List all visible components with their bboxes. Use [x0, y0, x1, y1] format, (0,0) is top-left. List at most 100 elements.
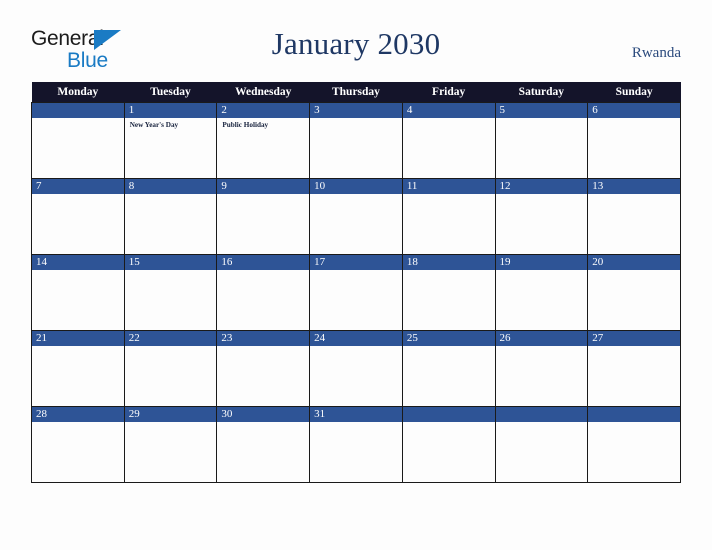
calendar-day-cell[interactable]: 28: [31, 406, 125, 483]
day-cell-content: 6: [588, 103, 680, 178]
day-events: Public Holiday: [217, 118, 309, 131]
calendar-day-cell[interactable]: [401, 406, 496, 483]
calendar-day-cell[interactable]: 2 Public Holiday: [216, 102, 311, 179]
calendar-day-cell[interactable]: [587, 406, 681, 483]
day-events: [403, 422, 495, 425]
calendar-page: General Blue January 2030 Rwanda Monday T…: [0, 0, 712, 550]
day-number: 21: [32, 331, 124, 346]
day-cell-content: 18: [402, 255, 495, 330]
day-events: [125, 346, 217, 349]
day-cell-content: 2 Public Holiday: [217, 103, 310, 178]
day-events: [496, 422, 588, 425]
day-cell-content: 10: [310, 179, 402, 254]
day-number: 8: [124, 179, 217, 194]
day-number: 30: [217, 407, 310, 422]
day-number: 3: [310, 103, 402, 118]
day-events: [588, 118, 680, 121]
day-events: [588, 194, 680, 197]
calendar-day-cell[interactable]: 15: [123, 254, 218, 331]
day-number: [32, 103, 124, 118]
day-cell-content: [588, 407, 680, 482]
day-cell-content: 19: [495, 255, 588, 330]
day-events: [217, 270, 309, 273]
calendar-day-cell[interactable]: 8: [123, 178, 218, 255]
day-cell-content: 4: [402, 103, 495, 178]
day-number: 12: [495, 179, 588, 194]
calendar-day-cell[interactable]: 4: [401, 102, 496, 179]
calendar-day-cell[interactable]: 3: [309, 102, 403, 179]
calendar-day-cell[interactable]: 18: [401, 254, 496, 331]
calendar-day-cell[interactable]: 7: [31, 178, 125, 255]
weekday-header-saturday: Saturday: [495, 82, 588, 103]
day-number: [588, 407, 680, 422]
day-number: 19: [495, 255, 588, 270]
calendar-day-cell[interactable]: 9: [216, 178, 311, 255]
day-events: [32, 194, 124, 197]
day-number: 10: [310, 179, 402, 194]
day-cell-content: 22: [124, 331, 217, 406]
day-events: [310, 422, 402, 425]
calendar-day-cell[interactable]: 6: [587, 102, 681, 179]
day-events: [125, 270, 217, 273]
calendar-day-cell[interactable]: 30: [216, 406, 311, 483]
calendar-day-cell[interactable]: 29: [123, 406, 218, 483]
calendar-day-cell[interactable]: 14: [31, 254, 125, 331]
day-events: [496, 118, 588, 121]
country-label: Rwanda: [631, 45, 681, 61]
day-number: 20: [588, 255, 680, 270]
day-events: [588, 422, 680, 425]
calendar-day-cell[interactable]: [494, 406, 589, 483]
calendar-day-cell[interactable]: 31: [309, 406, 403, 483]
calendar-day-cell[interactable]: 20: [587, 254, 681, 331]
day-events: [403, 270, 495, 273]
day-number: 28: [32, 407, 124, 422]
weekday-header-wednesday: Wednesday: [216, 82, 310, 103]
weekday-header-thursday: Thursday: [309, 82, 403, 103]
day-events: [496, 346, 588, 349]
calendar-day-cell[interactable]: 21: [31, 330, 125, 407]
calendar-week-row: 14 15 16 17 18 19 20: [31, 254, 681, 331]
calendar-day-cell[interactable]: 1 New Year's Day: [123, 102, 218, 179]
weekday-header-sunday: Sunday: [587, 82, 681, 103]
day-cell-content: 17: [310, 255, 402, 330]
calendar-day-cell[interactable]: 27: [587, 330, 681, 407]
day-number: 14: [32, 255, 124, 270]
calendar-day-cell[interactable]: 13: [587, 178, 681, 255]
day-events: [310, 270, 402, 273]
day-events: New Year's Day: [125, 118, 217, 131]
day-number: [402, 407, 495, 422]
day-number: 24: [310, 331, 402, 346]
weekday-header-friday: Friday: [402, 82, 496, 103]
calendar-day-cell[interactable]: 23: [216, 330, 311, 407]
calendar-day-cell[interactable]: 5: [494, 102, 589, 179]
calendar-week-row: 7 8 9 10 11 12 13: [31, 178, 681, 255]
day-number: 11: [402, 179, 495, 194]
calendar-day-cell[interactable]: 22: [123, 330, 218, 407]
day-number: 9: [217, 179, 310, 194]
day-cell-content: 23: [217, 331, 310, 406]
day-number: 2: [217, 103, 310, 118]
calendar-day-cell[interactable]: 10: [309, 178, 403, 255]
day-number: 29: [124, 407, 217, 422]
day-events: [496, 270, 588, 273]
calendar-day-cell[interactable]: 12: [494, 178, 589, 255]
calendar-day-cell[interactable]: 11: [401, 178, 496, 255]
day-events: [32, 118, 124, 121]
day-cell-content: 1 New Year's Day: [124, 103, 217, 178]
calendar-day-cell[interactable]: 19: [494, 254, 589, 331]
day-cell-content: 24: [310, 331, 402, 406]
day-number: 17: [310, 255, 402, 270]
day-cell-content: 21: [32, 331, 124, 406]
day-number: 18: [402, 255, 495, 270]
calendar-day-cell[interactable]: 25: [401, 330, 496, 407]
day-events: [32, 270, 124, 273]
calendar-day-cell[interactable]: 17: [309, 254, 403, 331]
day-number: 27: [588, 331, 680, 346]
calendar-day-cell[interactable]: 26: [494, 330, 589, 407]
day-number: 15: [124, 255, 217, 270]
calendar-day-cell[interactable]: 16: [216, 254, 311, 331]
calendar-day-cell[interactable]: 24: [309, 330, 403, 407]
day-cell-content: 29: [124, 407, 217, 482]
calendar-day-cell[interactable]: [31, 102, 125, 179]
day-cell-content: 26: [495, 331, 588, 406]
